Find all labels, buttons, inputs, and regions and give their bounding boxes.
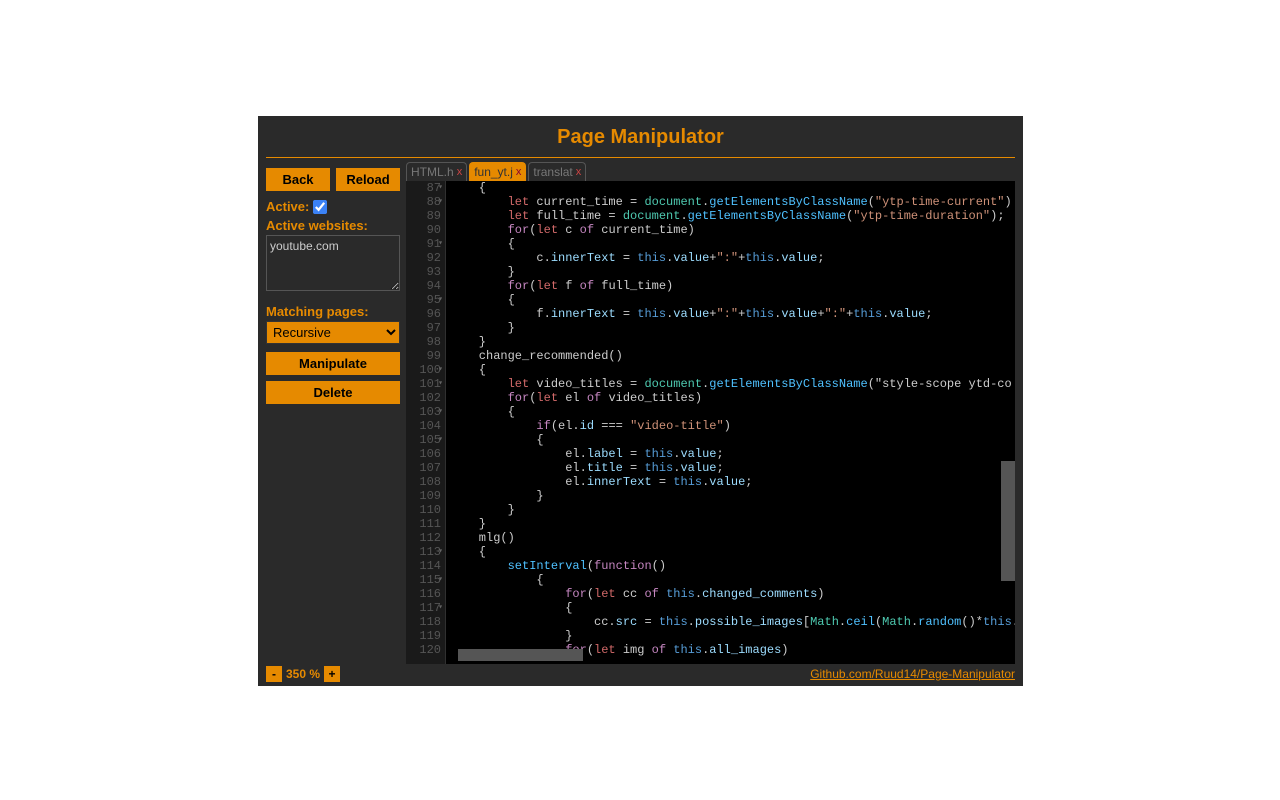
matching-pages-select[interactable]: Recursive (266, 321, 400, 344)
matching-pages-label: Matching pages: (266, 304, 400, 319)
app-window: Page Manipulator Back Reload Active: Act… (258, 116, 1023, 686)
active-websites-input[interactable] (266, 235, 400, 291)
footer: - 350 % + Github.com/Ruud14/Page-Manipul… (258, 664, 1023, 686)
zoom-value: 350 % (286, 667, 320, 681)
app-title: Page Manipulator (266, 126, 1015, 149)
zoom-controls: - 350 % + (266, 666, 340, 682)
active-websites-label: Active websites: (266, 218, 400, 233)
vertical-scrollbar[interactable] (1001, 461, 1015, 581)
close-icon[interactable]: x (576, 166, 582, 178)
active-label: Active: (266, 199, 309, 214)
close-icon[interactable]: x (457, 166, 463, 178)
github-link[interactable]: Github.com/Ruud14/Page-Manipulator (810, 667, 1015, 681)
tab-label: fun_yt.j (474, 165, 513, 179)
manipulate-button[interactable]: Manipulate (266, 352, 400, 375)
horizontal-scrollbar[interactable] (458, 649, 583, 661)
sidebar: Back Reload Active: Active websites: Mat… (266, 158, 406, 664)
back-button[interactable]: Back (266, 168, 330, 191)
line-gutter: 8788899091929394959697989910010110210310… (406, 181, 446, 664)
reload-button[interactable]: Reload (336, 168, 400, 191)
code-content[interactable]: { let current_time = document.getElement… (446, 181, 1015, 664)
zoom-out-button[interactable]: - (266, 666, 282, 682)
close-icon[interactable]: x (516, 166, 522, 178)
editor-area: HTML.hxfun_yt.jxtranslatx 87888990919293… (406, 158, 1015, 664)
tab-1[interactable]: fun_yt.jx (469, 162, 526, 181)
tab-2[interactable]: translat x (528, 162, 586, 181)
tab-0[interactable]: HTML.hx (406, 162, 467, 181)
tab-label: translat (533, 165, 572, 179)
active-checkbox[interactable] (313, 200, 327, 214)
code-editor[interactable]: 8788899091929394959697989910010110210310… (406, 181, 1015, 664)
delete-button[interactable]: Delete (266, 381, 400, 404)
tab-row: HTML.hxfun_yt.jxtranslatx (406, 162, 1015, 181)
main-area: Back Reload Active: Active websites: Mat… (258, 158, 1023, 664)
title-bar: Page Manipulator (266, 116, 1015, 158)
zoom-in-button[interactable]: + (324, 666, 340, 682)
tab-label: HTML.h (411, 165, 454, 179)
